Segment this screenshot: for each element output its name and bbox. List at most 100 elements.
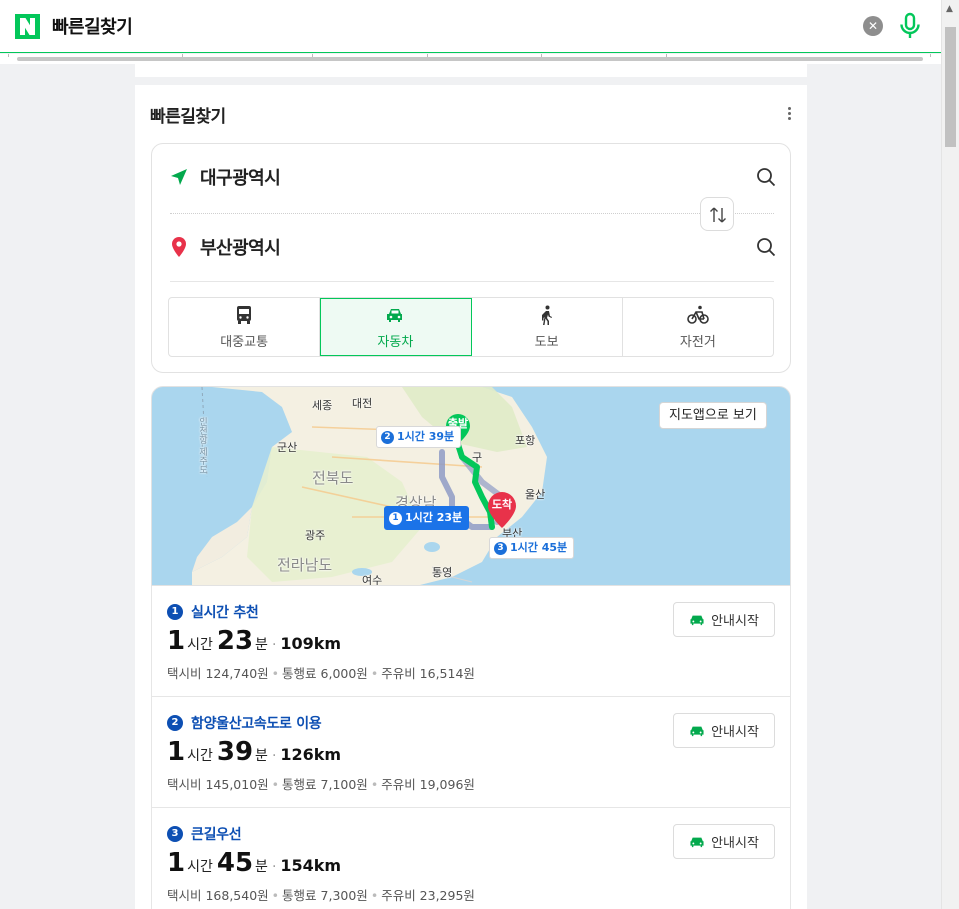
hours-value: 1 xyxy=(167,626,186,656)
start-navigation-button[interactable]: 안내시작 xyxy=(673,713,775,748)
route-name[interactable]: 실시간 추천 xyxy=(191,602,259,622)
taxi-fare: 택시비 145,010원 xyxy=(167,777,269,792)
route-item[interactable]: 3 큰길우선 1 시간 45 분 · 154km 택시비 168,540원 • 통행료 7,… xyxy=(151,808,791,909)
minutes-value: 23 xyxy=(216,626,254,656)
route-name[interactable]: 큰길우선 xyxy=(191,824,242,844)
map-label: 세종 xyxy=(312,399,333,412)
vertical-scrollbar-thumb[interactable] xyxy=(945,27,956,147)
route-item[interactable]: 2 함양울산고속도로 이용 1 시간 39 분 · 126km 택시비 145,010원… xyxy=(151,697,791,808)
tab-car[interactable]: 자동차 xyxy=(320,298,472,356)
route-time-text: 1시간 23분 xyxy=(405,511,463,524)
microphone-icon xyxy=(900,12,920,38)
clear-search-button[interactable]: ✕ xyxy=(863,16,883,36)
car-icon xyxy=(690,726,704,736)
swap-icon xyxy=(710,207,726,223)
fuel-cost: 주유비 23,295원 xyxy=(381,888,475,903)
voice-search-button[interactable] xyxy=(898,12,922,40)
route-fees: 택시비 145,010원 • 통행료 7,100원 • 주유비 19,096원 xyxy=(167,777,475,792)
hours-value: 1 xyxy=(167,848,186,878)
toll-fee: 통행료 7,300원 xyxy=(282,888,368,903)
start-navigation-button[interactable]: 안내시작 xyxy=(673,602,775,637)
route-number-badge: 3 xyxy=(494,541,507,555)
map-label: 울산 xyxy=(525,488,546,501)
route-duration: 1 시간 23 분 · 109km xyxy=(167,626,342,656)
bicycle-icon xyxy=(687,305,709,324)
toll-fee: 통행료 7,100원 xyxy=(282,777,368,792)
route-number-badge: 1 xyxy=(389,511,402,525)
destination-label: 부산광역시 xyxy=(200,238,281,259)
toll-fee: 통행료 6,000원 xyxy=(282,666,368,681)
open-map-app-button[interactable]: 지도앱으로 보기 xyxy=(659,402,767,429)
car-icon xyxy=(690,615,704,625)
bus-icon xyxy=(237,306,252,324)
origin-label: 대구광역시 xyxy=(200,168,281,189)
map-label: 통영 xyxy=(432,566,453,579)
vertical-scrollbar[interactable]: ▲ xyxy=(941,0,959,909)
tab-bicycle[interactable]: 자전거 xyxy=(623,298,773,356)
search-icon[interactable] xyxy=(756,167,776,187)
route-name[interactable]: 함양울산고속도로 이용 xyxy=(191,713,322,733)
route-finder-card: 빠른길찾기 대구광역시 부산광역시 대중교통 자동차 도보 자전거 세종 대전 … xyxy=(135,85,807,909)
tab-label: 자전거 xyxy=(679,335,716,350)
card-title: 빠른길찾기 xyxy=(150,107,226,127)
horizontal-scrollbar-thumb[interactable] xyxy=(17,57,923,61)
naver-logo-icon[interactable] xyxy=(15,13,40,39)
route-number-badge: 1 xyxy=(167,604,183,620)
tab-label: 도보 xyxy=(534,335,559,350)
origin-field[interactable]: 대구광역시 xyxy=(170,162,776,192)
route-number-badge: 2 xyxy=(167,715,183,731)
transport-mode-tabs: 대중교통 자동차 도보 자전거 xyxy=(168,297,774,357)
start-navigation-button[interactable]: 안내시작 xyxy=(673,824,775,859)
tab-label: 자동차 xyxy=(377,335,414,350)
car-icon xyxy=(387,309,403,322)
route-duration: 1 시간 39 분 · 126km xyxy=(167,737,342,767)
minutes-value: 39 xyxy=(216,737,254,767)
location-arrow-icon xyxy=(171,169,187,185)
hours-unit: 시간 xyxy=(187,748,213,764)
route-map[interactable]: 세종 대전 대 군산 전북도 광주 전라남도 여수 통영 포항 울산 경상남 구… xyxy=(151,386,791,586)
car-icon xyxy=(690,837,704,847)
hours-value: 1 xyxy=(167,737,186,767)
more-options-button[interactable] xyxy=(785,107,793,123)
route-distance: 126km xyxy=(280,745,342,764)
scroll-up-arrow-icon[interactable]: ▲ xyxy=(946,4,953,14)
route-form: 대구광역시 부산광역시 대중교통 자동차 도보 자전거 xyxy=(151,143,791,373)
map-label: 여수 xyxy=(362,574,383,586)
route-number-badge: 3 xyxy=(167,826,183,842)
route-time-tag[interactable]: 3 1시간 45분 xyxy=(489,537,575,559)
swap-origin-destination-button[interactable] xyxy=(700,197,734,231)
button-label: 안내시작 xyxy=(711,725,759,740)
route-time-text: 1시간 45분 xyxy=(510,541,568,554)
route-fees: 택시비 124,740원 • 통행료 6,000원 • 주유비 16,514원 xyxy=(167,666,475,681)
map-label: 전북도 xyxy=(312,469,354,487)
route-number-badge: 2 xyxy=(381,430,394,444)
button-label: 안내시작 xyxy=(711,836,759,851)
minutes-unit: 분 xyxy=(255,637,268,653)
tab-public-transit[interactable]: 대중교통 xyxy=(169,298,321,356)
route-time-tag-selected[interactable]: 1 1시간 23분 xyxy=(384,506,470,530)
taxi-fare: 택시비 168,540원 xyxy=(167,888,269,903)
search-input[interactable]: 빠른길찾기 xyxy=(52,13,133,39)
route-fees: 택시비 168,540원 • 통행료 7,300원 • 주유비 23,295원 xyxy=(167,888,475,903)
search-bar: 빠른길찾기 ✕ xyxy=(0,0,941,53)
minutes-unit: 분 xyxy=(255,748,268,764)
hours-unit: 시간 xyxy=(187,637,213,653)
tab-walk[interactable]: 도보 xyxy=(472,298,623,356)
minutes-value: 45 xyxy=(216,848,254,878)
search-icon[interactable] xyxy=(756,237,776,257)
end-pin[interactable]: 도착 xyxy=(487,491,517,528)
taxi-fare: 택시비 124,740원 xyxy=(167,666,269,681)
destination-field[interactable]: 부산광역시 xyxy=(170,232,776,262)
map-label: 군산 xyxy=(277,441,298,454)
route-time-tag[interactable]: 2 1시간 39분 xyxy=(376,426,462,448)
previous-card xyxy=(135,62,807,77)
map-label: 포항 xyxy=(515,434,536,447)
end-pin-label: 도착 xyxy=(491,498,513,511)
walk-icon xyxy=(541,305,552,325)
route-item[interactable]: 1 실시간 추천 1 시간 23 분 · 109km 택시비 124,740원 • 통행료 … xyxy=(151,586,791,697)
fuel-cost: 주유비 19,096원 xyxy=(381,777,475,792)
map-label: 대전 xyxy=(352,397,373,410)
map-label: 인천항-제주도 xyxy=(197,417,207,475)
map-label: 전라남도 xyxy=(277,556,333,574)
hours-unit: 시간 xyxy=(187,859,213,875)
